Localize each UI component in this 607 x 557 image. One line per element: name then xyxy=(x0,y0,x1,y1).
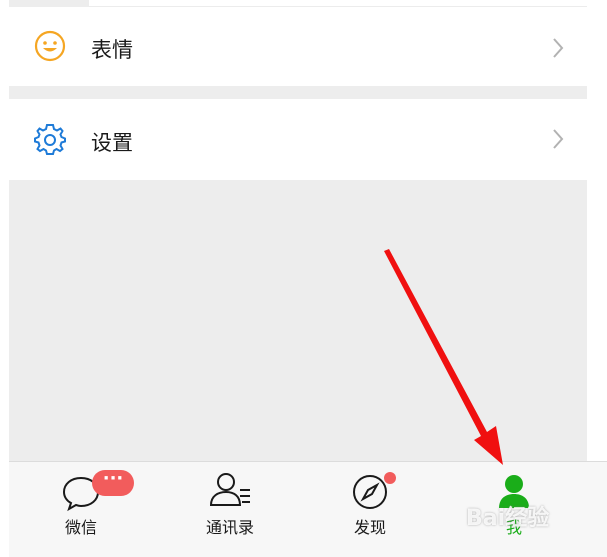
annotation-arrow xyxy=(384,249,503,465)
watermark: Bai经验 xyxy=(466,506,550,531)
